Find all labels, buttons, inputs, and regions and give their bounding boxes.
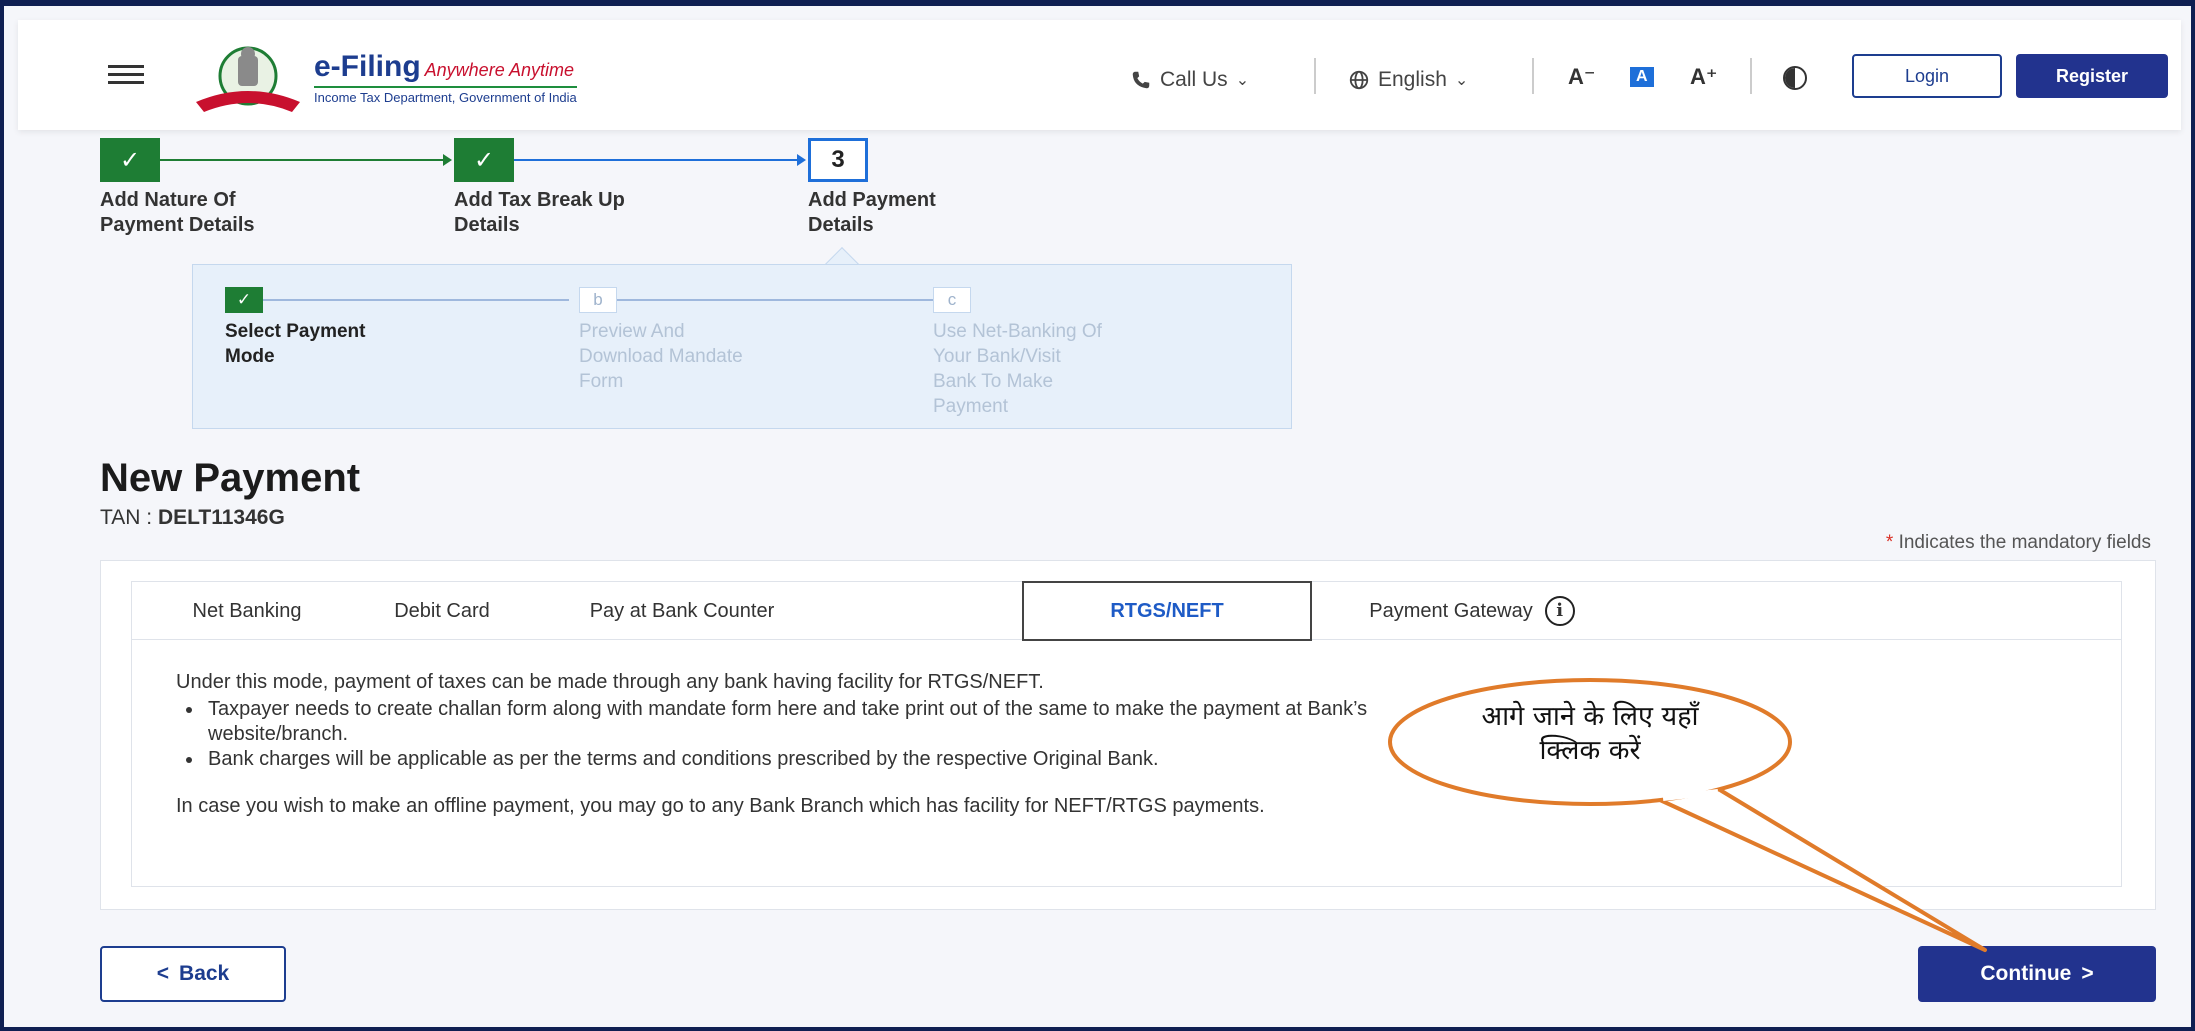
globe-icon <box>1349 70 1369 90</box>
substep-label-line: Your Bank/Visit <box>933 346 1061 367</box>
substep-label-line: Download Mandate <box>579 346 743 367</box>
rtgs-neft-content: Under this mode, payment of taxes can be… <box>176 670 1476 819</box>
continue-button[interactable]: Continue > <box>1918 946 2156 1002</box>
tan-value: DELT11346G <box>157 506 285 529</box>
substep-c-label: Use Net-Banking Of Your Bank/Visit Bank … <box>933 319 1173 419</box>
substep-b-marker: b <box>579 287 617 313</box>
substep-connector <box>617 299 933 301</box>
substep-label-line: Form <box>579 371 624 392</box>
chevron-right-icon: > <box>2081 962 2094 985</box>
substep-label-line: Use Net-Banking Of <box>933 321 1102 342</box>
payment-mode-tabs: Net Banking Debit Card Pay at Bank Count… <box>131 581 2122 887</box>
register-button[interactable]: Register <box>2016 54 2168 98</box>
content-offline-note: In case you wish to make an offline paym… <box>176 795 1265 817</box>
callout-line: आगे जाने के लिए यहाँ <box>1481 701 1699 732</box>
call-us-label: Call Us <box>1160 68 1228 91</box>
tab-bar: Net Banking Debit Card Pay at Bank Count… <box>132 581 2121 641</box>
list-item: Taxpayer needs to create challan form al… <box>204 697 1444 747</box>
substep-label-line: Preview And <box>579 321 685 342</box>
font-increase-button[interactable]: A⁺ <box>1690 64 1718 90</box>
tab-net-banking[interactable]: Net Banking <box>132 582 362 640</box>
tab-debit-card[interactable]: Debit Card <box>362 582 522 640</box>
step-1-label: Add Nature Of Payment Details <box>100 188 340 238</box>
substep-c-marker: c <box>933 287 971 313</box>
phone-icon <box>1132 71 1150 89</box>
font-normal-button[interactable]: A <box>1630 67 1654 87</box>
step-2-check-icon: ✓ <box>454 138 514 182</box>
back-button[interactable]: < Back <box>100 946 286 1002</box>
tab-payment-gateway-label: Payment Gateway <box>1369 599 1533 622</box>
substep-label-line: Mode <box>225 346 275 367</box>
callout-text: आगे जाने के लिए यहाँ क्लिक करें <box>1400 700 1780 768</box>
callout-line: क्लिक करें <box>1539 735 1641 766</box>
mandatory-note-text: Indicates the mandatory fields <box>1893 532 2151 553</box>
chevron-down-icon: ⌄ <box>1235 72 1250 89</box>
payment-mode-card: Net Banking Debit Card Pay at Bank Count… <box>100 560 2156 910</box>
tan-label: TAN : <box>100 506 158 529</box>
page-title: New Payment <box>100 456 361 500</box>
step-label-line: Add Payment <box>808 189 936 211</box>
step-3-marker: 3 <box>808 138 868 182</box>
step-connector <box>514 154 806 166</box>
call-us-dropdown[interactable]: Call Us ⌄ <box>1130 68 1249 92</box>
chevron-left-icon: < <box>156 962 170 985</box>
substep-b-label: Preview And Download Mandate Form <box>579 319 819 394</box>
tan-info: TAN : DELT11346G <box>100 506 285 530</box>
logo-title: e-Filing <box>314 50 421 83</box>
mandatory-note: * Indicates the mandatory fields <box>1886 532 2151 554</box>
language-label: English <box>1378 68 1447 91</box>
language-dropdown[interactable]: English ⌄ <box>1348 68 1468 92</box>
step-label-line: Add Nature Of <box>100 189 236 211</box>
substep-connector <box>263 299 569 301</box>
list-item: Bank charges will be applicable as per t… <box>204 747 1444 772</box>
back-button-label: Back <box>179 962 230 985</box>
header-divider <box>1314 58 1316 94</box>
substep-label-line: Bank To Make <box>933 371 1054 392</box>
header-divider <box>1750 58 1752 94</box>
step-label-line: Payment Details <box>100 214 255 236</box>
step-1-check-icon: ✓ <box>100 138 160 182</box>
menu-icon[interactable] <box>108 60 144 90</box>
step-2-label: Add Tax Break Up Details <box>454 188 694 238</box>
tab-pay-at-bank-counter[interactable]: Pay at Bank Counter <box>522 582 842 640</box>
substep-label-line: Select Payment <box>225 321 366 342</box>
logo-tagline: Anywhere Anytime <box>424 60 575 80</box>
content-intro: Under this mode, payment of taxes can be… <box>176 671 1044 693</box>
chevron-down-icon: ⌄ <box>1454 72 1469 89</box>
tab-rtgs-neft[interactable]: RTGS/NEFT <box>1022 581 1312 641</box>
substep-a-label: Select Payment Mode <box>225 319 465 369</box>
login-button[interactable]: Login <box>1852 54 2002 98</box>
info-icon[interactable]: i <box>1544 596 1575 626</box>
content-bullet-list: Taxpayer needs to create challan form al… <box>204 697 1476 772</box>
header-divider <box>1532 58 1534 94</box>
substep-a-check-icon: ✓ <box>225 287 263 313</box>
step-connector <box>160 154 452 166</box>
substep-label-line: Payment <box>933 396 1008 417</box>
tab-payment-gateway[interactable]: Payment Gateway i <box>1322 582 1622 640</box>
font-decrease-button[interactable]: A⁻ <box>1568 64 1596 90</box>
step-label-line: Add Tax Break Up <box>454 189 625 211</box>
app-frame: e-Filing Anywhere Anytime Income Tax Depa… <box>0 0 2195 1031</box>
brand-logo[interactable]: e-Filing Anywhere Anytime Income Tax Depa… <box>314 50 577 105</box>
contrast-toggle-icon[interactable] <box>1783 66 1807 90</box>
top-header: e-Filing Anywhere Anytime Income Tax Depa… <box>18 20 2181 130</box>
step-label-line: Details <box>808 214 874 236</box>
continue-button-label: Continue <box>1980 962 2072 985</box>
emblem-logo-icon <box>196 46 300 112</box>
step-3-label: Add Payment Details <box>808 188 1048 238</box>
logo-subtitle: Income Tax Department, Government of Ind… <box>314 86 577 105</box>
step-label-line: Details <box>454 214 520 236</box>
substep-panel: ✓ b c Select Payment Mode Preview And Do… <box>192 264 1292 429</box>
